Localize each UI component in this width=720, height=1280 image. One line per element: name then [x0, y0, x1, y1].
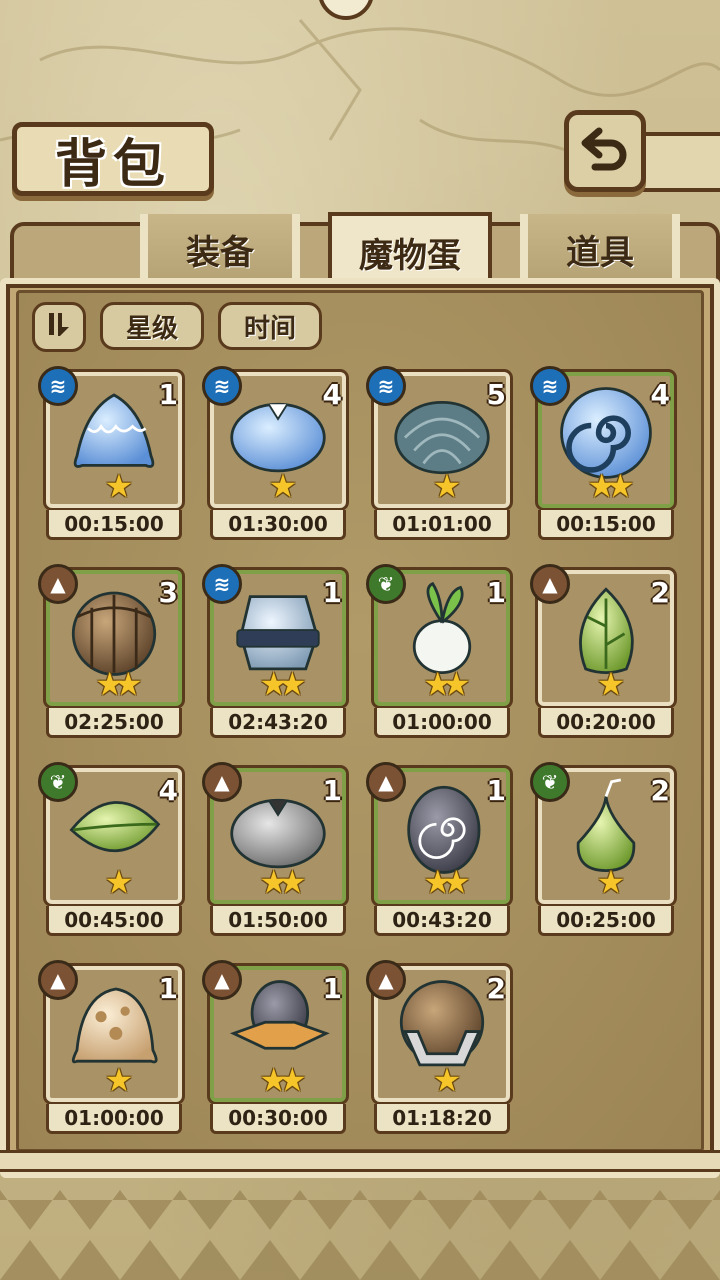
egg-hatch-time: 01:00:00 — [46, 1104, 182, 1134]
back-button[interactable] — [564, 110, 646, 192]
egg-star-rating: ★ — [104, 863, 134, 901]
egg-hatch-time: 02:43:20 — [210, 708, 346, 738]
plant-element-icon: ❦ — [38, 762, 78, 802]
egg-card[interactable]: 1 ▲ ★★ 01:50:00 — [202, 762, 346, 938]
egg-count: 5 — [486, 378, 506, 411]
egg-hatch-time: 01:00:00 — [374, 708, 510, 738]
egg-star-rating: ★ — [268, 467, 298, 505]
water-element-icon: ≋ — [202, 564, 242, 604]
egg-card[interactable]: 1 ≋ ★ 00:15:00 — [38, 366, 182, 542]
egg-star-rating: ★ — [596, 863, 626, 901]
water-element-icon: ≋ — [366, 366, 406, 406]
egg-star-rating: ★★ — [259, 863, 306, 901]
earth-element-icon: ▲ — [366, 762, 406, 802]
sort-order-toggle[interactable] — [32, 302, 86, 352]
return-arrow-icon — [577, 121, 633, 181]
back-button-rail — [640, 132, 720, 192]
egg-count: 1 — [158, 378, 178, 411]
egg-hatch-time: 01:50:00 — [210, 906, 346, 936]
earth-element-icon: ▲ — [202, 762, 242, 802]
egg-star-rating: ★★ — [423, 665, 470, 703]
tab-equipment[interactable]: 装备 — [140, 214, 300, 284]
egg-count: 1 — [486, 576, 506, 609]
water-element-icon: ≋ — [202, 366, 242, 406]
egg-count: 1 — [322, 972, 342, 1005]
egg-card[interactable]: 1 ▲ ★★ 00:43:20 — [366, 762, 510, 938]
tab-items[interactable]: 道具 — [520, 214, 680, 284]
earth-element-icon: ▲ — [38, 960, 78, 1000]
earth-element-icon: ▲ — [38, 564, 78, 604]
tab-monster-eggs[interactable]: 魔物蛋 — [328, 212, 492, 288]
egg-count: 1 — [158, 972, 178, 1005]
earth-element-icon: ▲ — [366, 960, 406, 1000]
egg-card[interactable]: 4 ❦ ★ 00:45:00 — [38, 762, 182, 938]
egg-star-rating: ★ — [432, 467, 462, 505]
egg-star-rating: ★★ — [587, 467, 634, 505]
egg-card[interactable]: 1 ❦ ★★ 01:00:00 — [366, 564, 510, 740]
egg-hatch-time: 01:01:00 — [374, 510, 510, 540]
egg-count: 2 — [650, 576, 670, 609]
egg-count: 1 — [322, 576, 342, 609]
earth-element-icon: ▲ — [530, 564, 570, 604]
water-element-icon: ≋ — [38, 366, 78, 406]
sort-by-time-button[interactable]: 时间 — [218, 302, 322, 350]
egg-hatch-time: 00:15:00 — [46, 510, 182, 540]
egg-star-rating: ★ — [596, 665, 626, 703]
egg-hatch-time: 01:30:00 — [210, 510, 346, 540]
egg-star-rating: ★★ — [95, 665, 142, 703]
egg-hatch-time: 02:25:00 — [46, 708, 182, 738]
egg-star-rating: ★ — [432, 1061, 462, 1099]
egg-count: 2 — [650, 774, 670, 807]
egg-count: 4 — [322, 378, 342, 411]
egg-count: 4 — [650, 378, 670, 411]
sort-by-stars-button[interactable]: 星级 — [100, 302, 204, 350]
egg-star-rating: ★★ — [259, 665, 306, 703]
egg-count: 4 — [158, 774, 178, 807]
egg-card[interactable]: 1 ▲ ★★ 00:30:00 — [202, 960, 346, 1136]
earth-element-icon: ▲ — [202, 960, 242, 1000]
egg-hatch-time: 00:43:20 — [374, 906, 510, 936]
egg-star-rating: ★ — [104, 1061, 134, 1099]
page-title: 背包 — [54, 133, 171, 195]
egg-hatch-time: 00:15:00 — [538, 510, 674, 540]
egg-hatch-time: 00:25:00 — [538, 906, 674, 936]
plant-element-icon: ❦ — [530, 762, 570, 802]
water-element-icon: ≋ — [530, 366, 570, 406]
egg-hatch-time: 00:20:00 — [538, 708, 674, 738]
egg-card[interactable]: 2 ▲ ★ 00:20:00 — [530, 564, 674, 740]
egg-card[interactable]: 4 ≋ ★ 01:30:00 — [202, 366, 346, 542]
egg-star-rating: ★★ — [423, 863, 470, 901]
egg-hatch-time: 00:45:00 — [46, 906, 182, 936]
page-title-plate: 背包 — [12, 122, 214, 196]
egg-card[interactable]: 2 ▲ ★ 01:18:20 — [366, 960, 510, 1136]
egg-card[interactable]: 5 ≋ ★ 01:01:00 — [366, 366, 510, 542]
egg-count: 1 — [322, 774, 342, 807]
egg-star-rating: ★★ — [259, 1061, 306, 1099]
egg-card[interactable]: 1 ▲ ★ 01:00:00 — [38, 960, 182, 1136]
egg-card[interactable]: 2 ❦ ★ 00:25:00 — [530, 762, 674, 938]
egg-count: 3 — [158, 576, 178, 609]
egg-card[interactable]: 1 ≋ ★★ 02:43:20 — [202, 564, 346, 740]
plant-element-icon: ❦ — [366, 564, 406, 604]
egg-count: 1 — [486, 774, 506, 807]
egg-count: 2 — [486, 972, 506, 1005]
panel-bottom-rail — [0, 1150, 720, 1172]
egg-card[interactable]: 4 ≋ ★★ 00:15:00 — [530, 366, 674, 542]
egg-star-rating: ★ — [104, 467, 134, 505]
egg-hatch-time: 00:30:00 — [210, 1104, 346, 1134]
sort-order-icon — [44, 309, 74, 346]
egg-card[interactable]: 3 ▲ ★★ 02:25:00 — [38, 564, 182, 740]
egg-hatch-time: 01:18:20 — [374, 1104, 510, 1134]
